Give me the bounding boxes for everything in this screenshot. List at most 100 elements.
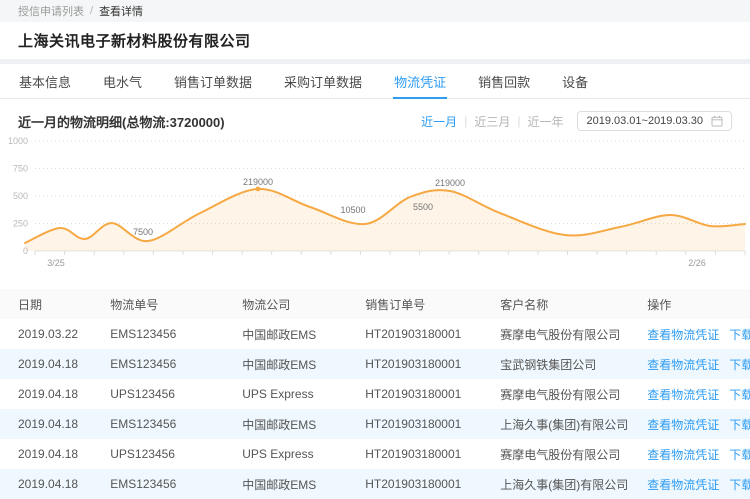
- table-header-row: 日期物流单号物流公司销售订单号客户名称操作: [0, 289, 750, 319]
- cell-date: 2019.04.18: [0, 469, 110, 499]
- table-row: 2019.04.18EMS123456中国邮政EMSHT201903180001…: [0, 469, 750, 499]
- column-header-sales-order-no: 销售订单号: [365, 289, 500, 319]
- cell-date: 2019.04.18: [0, 379, 110, 409]
- cell-actions: 查看物流凭证下载: [647, 409, 750, 439]
- cell-logistics-company: 中国邮政EMS: [242, 469, 365, 499]
- svg-text:750: 750: [13, 164, 28, 174]
- tab-bar: 基本信息电水气销售订单数据采购订单数据物流凭证销售回款设备: [0, 64, 750, 99]
- chart-controls: 近一月 | 近三月 | 近一年 2019.03.01~2019.03.30: [421, 111, 732, 131]
- table-row: 2019.03.22EMS123456中国邮政EMSHT201903180001…: [0, 319, 750, 349]
- table-row: 2019.04.18EMS123456中国邮政EMSHT201903180001…: [0, 349, 750, 379]
- cell-date: 2019.04.18: [0, 349, 110, 379]
- table-row: 2019.04.18UPS123456UPS ExpressHT20190318…: [0, 439, 750, 469]
- logistics-table: 日期物流单号物流公司销售订单号客户名称操作 2019.03.22EMS12345…: [0, 289, 750, 499]
- column-header-customer-name: 客户名称: [500, 289, 647, 319]
- chart-section-title: 近一月的物流明细(总物流:3720000): [18, 112, 225, 131]
- tab-equipment[interactable]: 设备: [561, 64, 589, 99]
- svg-text:7500: 7500: [133, 227, 153, 237]
- cell-sales-order-no: HT201903180001: [365, 319, 500, 349]
- breadcrumb: 授信申请列表 / 查看详情: [0, 0, 750, 22]
- cell-customer-name: 赛摩电气股份有限公司: [500, 319, 647, 349]
- logistics-chart-svg: 025050075010003/252/26750021900010500550…: [0, 135, 750, 275]
- column-header-tracking-no: 物流单号: [110, 289, 242, 319]
- cell-sales-order-no: HT201903180001: [365, 439, 500, 469]
- breadcrumb-current: 查看详情: [99, 3, 143, 19]
- cell-sales-order-no: HT201903180001: [365, 349, 500, 379]
- tab-purchase-order-data[interactable]: 采购订单数据: [283, 64, 363, 99]
- cell-customer-name: 上海久事(集团)有限公司: [500, 469, 647, 499]
- cell-tracking-no: UPS123456: [110, 439, 242, 469]
- tab-sales-order-data[interactable]: 销售订单数据: [173, 64, 253, 99]
- breadcrumb-parent[interactable]: 授信申请列表: [18, 3, 84, 19]
- cell-actions: 查看物流凭证下载: [647, 469, 750, 499]
- cell-tracking-no: UPS123456: [110, 379, 242, 409]
- cell-actions: 查看物流凭证下载: [647, 349, 750, 379]
- svg-text:3/25: 3/25: [47, 258, 65, 268]
- chart-section-header: 近一月的物流明细(总物流:3720000) 近一月 | 近三月 | 近一年 2019.0…: [0, 99, 750, 133]
- svg-text:5500: 5500: [413, 202, 433, 212]
- view-logistics-voucher-link[interactable]: 查看物流凭证: [647, 448, 719, 462]
- cell-actions: 查看物流凭证下载: [647, 379, 750, 409]
- range-separator: |: [464, 114, 467, 128]
- page-title: 上海关讯电子新材料股份有限公司: [18, 30, 732, 51]
- tab-sales-collection[interactable]: 销售回款: [477, 64, 531, 99]
- svg-text:250: 250: [13, 219, 28, 229]
- cell-tracking-no: EMS123456: [110, 319, 242, 349]
- download-link[interactable]: 下载: [729, 448, 750, 462]
- date-range-value: 2019.03.01~2019.03.30: [586, 115, 703, 127]
- view-logistics-voucher-link[interactable]: 查看物流凭证: [647, 388, 719, 402]
- cell-logistics-company: UPS Express: [242, 439, 365, 469]
- svg-text:10500: 10500: [340, 205, 365, 215]
- cell-customer-name: 赛摩电气股份有限公司: [500, 379, 647, 409]
- calendar-icon: [711, 115, 723, 127]
- cell-sales-order-no: HT201903180001: [365, 379, 500, 409]
- range-last-quarter[interactable]: 近三月: [474, 113, 510, 130]
- cell-customer-name: 赛摩电气股份有限公司: [500, 439, 647, 469]
- column-header-actions: 操作: [647, 289, 750, 319]
- cell-tracking-no: EMS123456: [110, 349, 242, 379]
- svg-text:1000: 1000: [8, 136, 28, 146]
- cell-customer-name: 宝武钢铁集团公司: [500, 349, 647, 379]
- cell-date: 2019.04.18: [0, 439, 110, 469]
- cell-actions: 查看物流凭证下载: [647, 439, 750, 469]
- svg-text:219000: 219000: [435, 178, 465, 188]
- cell-tracking-no: EMS123456: [110, 469, 242, 499]
- column-header-date: 日期: [0, 289, 110, 319]
- view-logistics-voucher-link[interactable]: 查看物流凭证: [647, 328, 719, 342]
- view-logistics-voucher-link[interactable]: 查看物流凭证: [647, 358, 719, 372]
- tab-basic-info[interactable]: 基本信息: [18, 64, 72, 99]
- cell-actions: 查看物流凭证下载: [647, 319, 750, 349]
- company-title-bar: 上海关讯电子新材料股份有限公司: [0, 22, 750, 59]
- download-link[interactable]: 下载: [729, 388, 750, 402]
- time-range-selector: 近一月 | 近三月 | 近一年: [421, 113, 563, 130]
- cell-logistics-company: 中国邮政EMS: [242, 319, 365, 349]
- range-last-month[interactable]: 近一月: [421, 113, 457, 130]
- tab-logistics-voucher[interactable]: 物流凭证: [393, 64, 447, 99]
- cell-customer-name: 上海久事(集团)有限公司: [500, 409, 647, 439]
- cell-logistics-company: 中国邮政EMS: [242, 409, 365, 439]
- range-last-year[interactable]: 近一年: [527, 113, 563, 130]
- table-row: 2019.04.18EMS123456中国邮政EMSHT201903180001…: [0, 409, 750, 439]
- cell-sales-order-no: HT201903180001: [365, 469, 500, 499]
- breadcrumb-separator: /: [90, 5, 93, 17]
- table-row: 2019.04.18UPS123456UPS ExpressHT20190318…: [0, 379, 750, 409]
- column-header-logistics-company: 物流公司: [242, 289, 365, 319]
- download-link[interactable]: 下载: [729, 418, 750, 432]
- svg-text:219000: 219000: [243, 177, 273, 187]
- cell-logistics-company: 中国邮政EMS: [242, 349, 365, 379]
- tab-utilities[interactable]: 电水气: [102, 64, 143, 99]
- view-logistics-voucher-link[interactable]: 查看物流凭证: [647, 418, 719, 432]
- download-link[interactable]: 下载: [729, 328, 750, 342]
- logistics-chart: 025050075010003/252/26750021900010500550…: [0, 135, 750, 275]
- svg-text:500: 500: [13, 191, 28, 201]
- cell-date: 2019.04.18: [0, 409, 110, 439]
- cell-tracking-no: EMS123456: [110, 409, 242, 439]
- cell-logistics-company: UPS Express: [242, 379, 365, 409]
- range-separator: |: [517, 114, 520, 128]
- download-link[interactable]: 下载: [729, 358, 750, 372]
- date-range-picker[interactable]: 2019.03.01~2019.03.30: [577, 111, 732, 131]
- cell-sales-order-no: HT201903180001: [365, 409, 500, 439]
- main-panel: 基本信息电水气销售订单数据采购订单数据物流凭证销售回款设备 近一月的物流明细(总…: [0, 64, 750, 499]
- svg-text:2/26: 2/26: [688, 258, 706, 268]
- cell-date: 2019.03.22: [0, 319, 110, 349]
